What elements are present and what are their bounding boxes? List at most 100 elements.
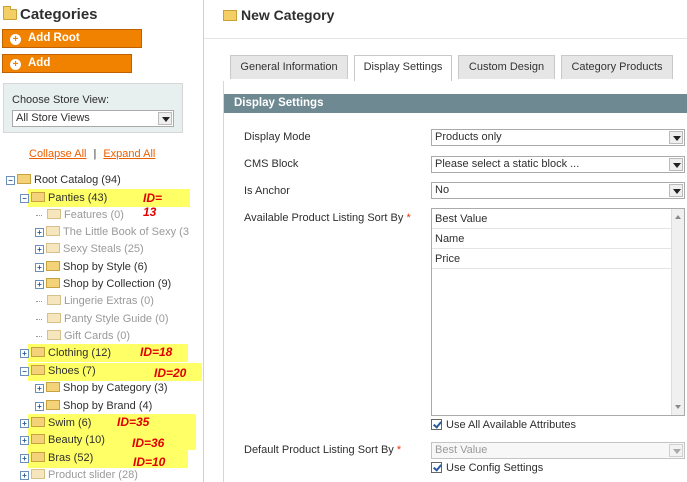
tree-node-shop-by-collection[interactable]: + Shop by Collection (9)	[35, 276, 171, 292]
expand-icon[interactable]: +	[35, 384, 44, 393]
tab-general-information[interactable]: General Information	[230, 55, 348, 79]
cms-block-label: CMS Block	[244, 158, 299, 170]
folder-icon	[223, 10, 237, 21]
categories-header: Categories	[3, 6, 98, 23]
is-anchor-select[interactable]: No	[431, 182, 685, 199]
tree-node-shop-by-brand[interactable]: + Shop by Brand (4)	[35, 398, 152, 414]
display-mode-value: Products only	[435, 131, 502, 143]
plus-icon: +	[10, 59, 21, 70]
tree-node-root-catalog[interactable]: − Root Catalog (94)	[6, 172, 121, 188]
tree-line	[36, 336, 42, 337]
add-subcategory-button[interactable]: + Add Subcategory	[2, 54, 132, 86]
folder-icon	[31, 192, 45, 202]
display-mode-select[interactable]: Products only	[431, 129, 685, 146]
expand-all-link[interactable]: Expand All	[103, 148, 155, 160]
tree-node-swim[interactable]: + Swim (6)	[20, 415, 91, 431]
tree-node-features[interactable]: Features (0)	[47, 207, 124, 223]
tree-node-panty-style-guide[interactable]: Panty Style Guide (0)	[47, 311, 169, 327]
folder-icon	[46, 278, 60, 288]
chevron-down-icon	[669, 444, 683, 457]
chevron-down-icon	[158, 112, 172, 125]
plus-icon: +	[10, 34, 21, 45]
folder-icon	[31, 347, 45, 357]
listbox-scrollbar[interactable]	[671, 209, 684, 415]
expand-icon[interactable]: +	[35, 228, 44, 237]
cms-block-value: Please select a static block ...	[435, 158, 580, 170]
cms-block-select[interactable]: Please select a static block ...	[431, 156, 685, 173]
expand-icon[interactable]: +	[20, 349, 29, 358]
scroll-up-icon[interactable]	[675, 215, 681, 219]
tree-node-shop-by-style[interactable]: + Shop by Style (6)	[35, 259, 147, 275]
page-title-wrap: New Category	[223, 7, 334, 23]
tree-node-bras[interactable]: + Bras (52)	[20, 450, 93, 466]
tab-category-products[interactable]: Category Products	[561, 55, 673, 79]
tree-node-product-slider[interactable]: + Product slider (28)	[20, 467, 138, 482]
folder-icon	[3, 6, 17, 20]
use-config-settings-label: Use Config Settings	[446, 462, 544, 474]
tab-custom-design[interactable]: Custom Design	[458, 55, 555, 79]
tree-node-gift-cards[interactable]: Gift Cards (0)	[47, 328, 130, 344]
collapse-icon[interactable]: −	[6, 176, 15, 185]
default-sort-label: Default Product Listing Sort By *	[244, 444, 402, 456]
store-view-select[interactable]: All Store Views	[12, 110, 174, 127]
tree-node-panties[interactable]: − Panties (43)	[20, 190, 107, 206]
folder-icon	[31, 417, 45, 427]
chevron-down-icon	[669, 184, 683, 197]
use-all-attributes-checkbox[interactable]: Use All Available Attributes	[431, 419, 576, 432]
id-note-beauty: ID=36	[132, 436, 165, 450]
id-note-clothing: ID=18	[140, 345, 173, 359]
expand-icon[interactable]: +	[35, 245, 44, 254]
default-sort-value: Best Value	[435, 444, 488, 456]
folder-icon	[46, 243, 60, 253]
checkbox-checked-icon[interactable]	[431, 419, 442, 430]
collapse-all-link[interactable]: Collapse All	[29, 148, 86, 160]
tab-display-settings[interactable]: Display Settings	[354, 55, 452, 81]
tree-node-shop-by-category[interactable]: + Shop by Category (3)	[35, 380, 168, 396]
is-anchor-label: Is Anchor	[244, 185, 290, 197]
sort-option[interactable]: Price	[432, 249, 671, 269]
is-anchor-value: No	[435, 184, 450, 196]
default-sort-select[interactable]: Best Value	[431, 442, 685, 459]
store-view-box: Choose Store View: All Store Views	[3, 83, 183, 133]
use-config-settings-checkbox[interactable]: Use Config Settings	[431, 462, 543, 475]
tree-node-clothing[interactable]: + Clothing (12)	[20, 345, 111, 361]
id-note-swim: ID=35	[117, 415, 150, 429]
expand-icon[interactable]: +	[20, 471, 29, 480]
folder-icon	[46, 400, 60, 410]
folder-icon	[31, 434, 45, 444]
expand-icon[interactable]: +	[35, 402, 44, 411]
header-rule	[204, 38, 687, 39]
expand-icon[interactable]: +	[20, 436, 29, 445]
folder-icon	[31, 469, 45, 479]
tree-node-shoes[interactable]: − Shoes (7)	[20, 363, 96, 379]
tree-node-sexy-steals[interactable]: + Sexy Steals (25)	[35, 241, 144, 257]
categories-title: Categories	[20, 6, 98, 23]
display-settings-section: Display Settings Display Mode Products o…	[223, 81, 687, 482]
checkbox-checked-icon[interactable]	[431, 462, 442, 473]
folder-icon	[17, 174, 31, 184]
sort-option[interactable]: Name	[432, 229, 671, 249]
folder-icon	[46, 382, 60, 392]
expand-icon[interactable]: +	[35, 280, 44, 289]
required-mark: *	[396, 444, 402, 456]
store-view-label: Choose Store View:	[12, 94, 110, 106]
tree-node-beauty[interactable]: + Beauty (10)	[20, 432, 105, 448]
collapse-icon[interactable]: −	[20, 367, 29, 376]
categories-panel: Categories +Add Root Category +Add Subca…	[0, 0, 202, 482]
display-mode-label: Display Mode	[244, 131, 311, 143]
tree-node-little-book[interactable]: + The Little Book of Sexy (3	[35, 224, 189, 240]
expand-icon[interactable]: +	[20, 454, 29, 463]
expand-icon[interactable]: +	[35, 263, 44, 272]
sort-option[interactable]: Best Value	[432, 209, 671, 229]
expand-icon[interactable]: +	[20, 419, 29, 428]
folder-icon	[31, 365, 45, 375]
required-mark: *	[406, 212, 411, 224]
scroll-down-icon[interactable]	[675, 405, 681, 409]
chevron-down-icon	[669, 158, 683, 171]
sort-by-multiselect[interactable]: Best Value Name Price	[431, 208, 685, 416]
use-all-attributes-label: Use All Available Attributes	[446, 419, 577, 431]
collapse-icon[interactable]: −	[20, 194, 29, 203]
add-root-category-button[interactable]: +Add Root Category	[2, 29, 142, 61]
chevron-down-icon	[669, 131, 683, 144]
tree-node-lingerie-extras[interactable]: Lingerie Extras (0)	[47, 293, 154, 309]
